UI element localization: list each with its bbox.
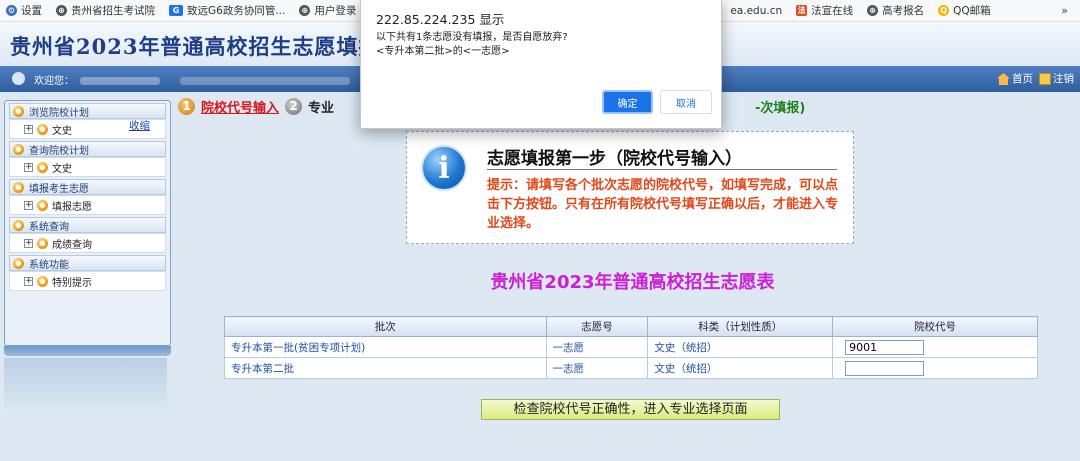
orange-ball-icon <box>37 123 48 135</box>
alert-dialog: 222.85.224.235 显示 以下共有1条志愿没有填报，是否自愿放弃? <… <box>360 0 722 129</box>
volunteer-table: 批次 志愿号 科类（计划性质） 院校代号 专升本第一批(贫困专项计划) 一志愿 … <box>224 316 1038 379</box>
cell-school-code <box>832 357 1038 379</box>
home-link[interactable]: 首页 <box>997 71 1033 86</box>
cell-batch: 专升本第一批(贫困专项计划) <box>224 336 547 358</box>
col-header-school-code: 院校代号 <box>832 316 1038 337</box>
globe-icon: ⊕ <box>56 5 67 16</box>
sidebar-item-score-query[interactable]: + 成绩查询 <box>9 233 166 253</box>
g6-icon: G <box>169 5 183 16</box>
site-title: 贵州省2023年普通高校招生志愿填报 <box>10 34 381 59</box>
logout-link[interactable]: 注销 <box>1039 71 1074 86</box>
sidebar-footer <box>4 346 171 356</box>
sidebar-group-system-query[interactable]: 系统查询 <box>9 217 166 233</box>
nav-right-links: 首页 注销 <box>997 71 1074 86</box>
table-row: 专升本第一批(贫困专项计划) 一志愿 文史（统招） <box>224 336 1038 358</box>
bookmark-login[interactable]: ⊕ 用户登录 <box>299 3 356 18</box>
qq-icon: Q <box>938 5 950 16</box>
orange-ball-icon <box>13 257 24 269</box>
expand-icon[interactable]: + <box>24 162 33 172</box>
sidebar-item-fill-volunteer[interactable]: + 填报志愿 <box>9 195 166 215</box>
bookmark-label: 致远G6政务协同管... <box>187 5 286 17</box>
home-icon <box>997 73 1010 85</box>
cell-volunteer: 一志愿 <box>545 357 649 379</box>
dialog-message: 以下共有1条志愿没有填报，是否自愿放弃? <专升本第二批>的<一志愿> <box>376 31 568 59</box>
table-header-row: 批次 志愿号 科类（计划性质） 院校代号 <box>224 316 1038 337</box>
bookmark-label: 高考报名 <box>882 5 925 17</box>
sidebar-reflection <box>4 358 167 413</box>
step-1-icon: 1 <box>178 97 195 115</box>
sidebar-collapse-link[interactable]: 收缩 <box>129 118 150 133</box>
expand-icon[interactable]: + <box>24 200 33 210</box>
logout-icon <box>1039 73 1051 85</box>
dialog-message-line-1: 以下共有1条志愿没有填报，是否自愿放弃? <box>376 32 568 43</box>
school-code-input[interactable] <box>845 360 925 376</box>
bookmark-g6[interactable]: G 致远G6政务协同管... <box>169 3 285 18</box>
bookmark-edu[interactable]: ea.edu.cn <box>730 5 782 17</box>
dialog-message-line-2: <专升本第二批>的<一志愿> <box>376 46 510 57</box>
school-code-input[interactable] <box>845 339 925 355</box>
sidebar-item-query-wenshi[interactable]: + 文史 <box>9 157 166 177</box>
col-header-volunteer: 志愿号 <box>545 316 649 337</box>
step-2-label: 专业 <box>308 100 335 116</box>
bookmark-qqmail[interactable]: Q QQ邮箱 <box>938 3 991 18</box>
orange-ball-icon <box>37 237 48 249</box>
bookmark-gaokao[interactable]: ⊕ 高考报名 <box>867 3 924 18</box>
info-box: i 志愿填报第一步（院校代号输入） 提示：请填写各个批次志愿的院校代号，如填写完… <box>406 131 854 244</box>
sidebar: 浏览院校计划 + 文史 查询院校计划 + 文史 填报考生志愿 + 填报志愿 系统… <box>4 100 171 346</box>
col-header-category: 科类（计划性质） <box>647 316 834 337</box>
info-divider <box>487 169 837 170</box>
dialog-ok-button[interactable]: 确定 <box>602 90 653 114</box>
globe-icon: ⊕ <box>867 5 879 16</box>
expand-icon[interactable]: + <box>24 124 33 134</box>
sidebar-group-browse-plan[interactable]: 浏览院校计划 <box>9 103 166 119</box>
step-3-label: -次填报) <box>755 101 806 116</box>
bookmark-label: 贵州省招生考试院 <box>71 5 155 17</box>
bookmark-label: 法宣在线 <box>811 5 854 17</box>
orange-ball-icon <box>13 105 24 117</box>
redacted-info <box>180 76 350 85</box>
bookmarks-more-button[interactable]: » <box>1061 4 1068 17</box>
table-row: 专升本第二批 一志愿 文史（统招） <box>224 357 1038 379</box>
orange-ball-icon <box>13 143 24 155</box>
cell-category: 文史（统招） <box>647 336 834 358</box>
step-1-label[interactable]: 院校代号输入 <box>201 97 279 116</box>
dialog-cancel-button[interactable]: 取消 <box>660 90 712 114</box>
user-icon <box>12 72 25 85</box>
welcome-text: 欢迎您： <box>34 72 350 87</box>
orange-ball-icon <box>37 161 48 173</box>
globe-icon: ⊕ <box>299 5 311 16</box>
info-icon: i <box>421 145 467 191</box>
orange-ball-icon <box>37 199 48 211</box>
orange-ball-icon <box>13 219 24 231</box>
bookmark-label: QQ邮箱 <box>953 5 991 17</box>
cell-batch: 专升本第二批 <box>224 357 547 379</box>
redacted-username <box>80 76 160 85</box>
bookmark-settings[interactable]: ⚙ 设置 <box>6 3 42 18</box>
step-indicator: 1 院校代号输入 2 专业 <box>178 97 335 116</box>
sidebar-group-fill-volunteer[interactable]: 填报考生志愿 <box>9 179 166 195</box>
bookmark-law[interactable]: 法 法宣在线 <box>796 3 853 18</box>
info-title: 志愿填报第一步（院校代号输入） <box>487 149 742 169</box>
bookmark-label: ea.edu.cn <box>730 4 783 17</box>
check-code-button[interactable]: 检查院校代号正确性，进入专业选择页面 <box>481 399 780 420</box>
step-2-icon: 2 <box>285 97 303 115</box>
cell-school-code <box>832 336 1038 358</box>
expand-icon[interactable]: + <box>24 238 33 248</box>
bookmark-exam-institute[interactable]: ⊕ 贵州省招生考试院 <box>56 3 155 18</box>
gear-icon: ⚙ <box>6 5 17 16</box>
table-title: 贵州省2023年普通高校招生志愿表 <box>490 272 775 293</box>
law-icon: 法 <box>796 5 808 16</box>
cell-category: 文史（统招） <box>647 357 834 379</box>
cell-volunteer: 一志愿 <box>545 336 649 358</box>
dialog-origin: 222.85.224.235 显示 <box>376 12 505 27</box>
info-hint-text: 提示：请填写各个批次志愿的院校代号，如填写完成，可以点击下方按钮。只有在所有院校… <box>487 178 839 231</box>
col-header-batch: 批次 <box>224 316 547 337</box>
bookmark-label: 设置 <box>21 5 42 17</box>
bookmark-label: 用户登录 <box>314 5 357 17</box>
sidebar-group-query-plan[interactable]: 查询院校计划 <box>9 141 166 157</box>
orange-ball-icon <box>13 181 24 193</box>
